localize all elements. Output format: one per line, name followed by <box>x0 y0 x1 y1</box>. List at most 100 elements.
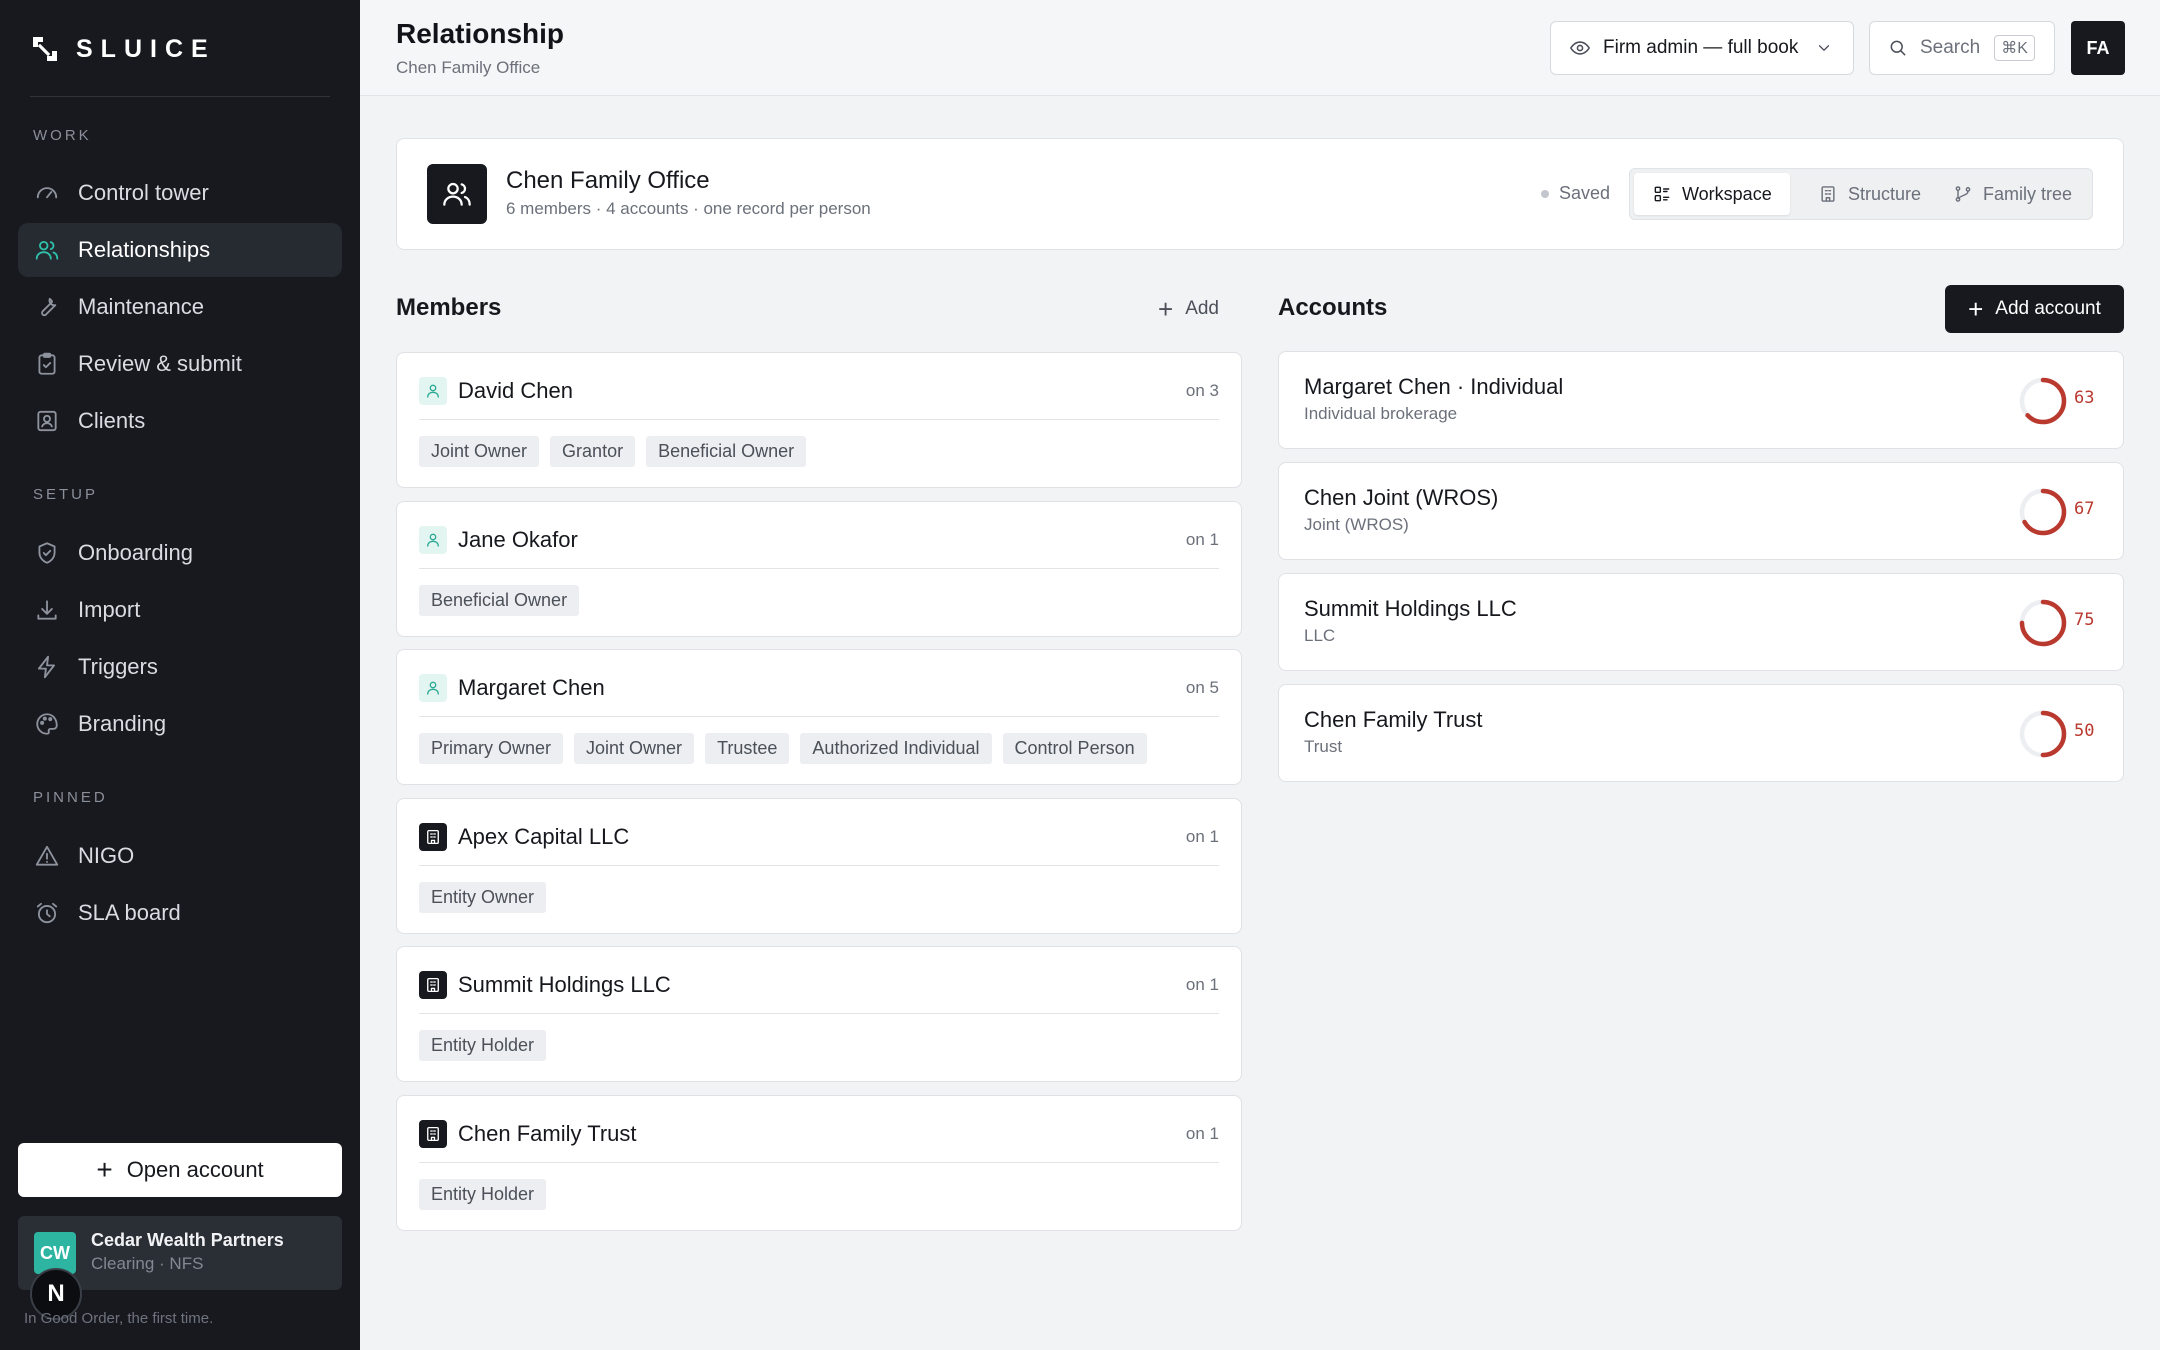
member-name: Chen Family Trust <box>458 1120 637 1146</box>
section-label-setup: SETUP <box>33 486 99 503</box>
download-icon <box>34 597 60 623</box>
role-tag: Entity Holder <box>419 1178 547 1210</box>
readiness-ring <box>2019 599 2067 647</box>
role-tag: Primary Owner <box>419 733 564 764</box>
readiness-score: 63 <box>2074 388 2095 408</box>
palette-icon <box>34 711 60 737</box>
add-member-button[interactable]: + Add <box>1158 296 1219 322</box>
household-card: Chen Family Office 6 members · 4 account… <box>396 138 2124 250</box>
sidebar-item-label: SLA board <box>78 900 181 925</box>
readiness-ring <box>2019 710 2067 758</box>
plus-icon: + <box>1968 294 1984 324</box>
sidebar-item-label: Import <box>78 597 141 622</box>
add-account-label: Add account <box>1995 298 2101 319</box>
sidebar-item-maintenance[interactable]: Maintenance <box>18 280 342 334</box>
sidebar-item-label: Relationships <box>78 237 211 262</box>
search-button[interactable]: Search ⌘K <box>1869 21 2055 75</box>
open-account-label: Open account <box>126 1157 264 1182</box>
sidebar-item-review-submit[interactable]: Review & submit <box>18 337 342 391</box>
accounts-title: Accounts <box>1278 294 1388 321</box>
user-avatar[interactable]: FA <box>2071 21 2125 75</box>
page-subtitle: Chen Family Office <box>396 58 541 77</box>
contact-icon <box>34 408 60 434</box>
member-name: Jane Okafor <box>458 526 578 552</box>
bolt-icon <box>34 654 60 680</box>
sidebar-item-triggers[interactable]: Triggers <box>18 640 342 694</box>
card-divider <box>419 716 1219 717</box>
member-card[interactable]: Margaret Chen on 5 Primary Owner Joint Owne… <box>396 649 1242 785</box>
member-name: Apex Capital LLC <box>458 823 630 849</box>
account-name: Chen Joint (WROS) <box>1304 485 1499 510</box>
tab-structure[interactable]: Structure <box>1800 173 1939 215</box>
sidebar-item-sla-board[interactable]: SLA board <box>18 886 342 940</box>
card-divider <box>419 1161 1219 1163</box>
section-label-work: WORK <box>33 127 92 144</box>
member-card[interactable]: Apex Capital LLC on 1 Entity Owner <box>396 797 1242 934</box>
account-card[interactable]: Margaret Chen · Individual Individual bro… <box>1278 351 2124 449</box>
card-divider <box>419 567 1219 569</box>
member-account-count: on 1 <box>1185 529 1219 549</box>
member-card[interactable]: Summit Holdings LLC on 1 Entity Holder <box>396 946 1242 1082</box>
add-account-button[interactable]: + Add account <box>1945 285 2124 333</box>
building-icon <box>419 1119 447 1148</box>
role-tags: Entity Holder <box>419 1030 547 1061</box>
member-account-count: on 3 <box>1185 381 1219 400</box>
sidebar-item-label: NIGO <box>78 843 135 868</box>
household-name: Chen Family Office <box>506 167 710 194</box>
sidebar-item-import[interactable]: Import <box>18 583 342 637</box>
role-tag: Grantor <box>550 436 636 467</box>
page-header: Relationship Chen Family Office Firm adm… <box>360 0 2160 96</box>
sidebar-item-label: Branding <box>78 711 167 736</box>
readiness-ring <box>2019 377 2067 425</box>
open-account-button[interactable]: + Open account <box>18 1143 342 1197</box>
tab-family-tree[interactable]: Family tree <box>1935 173 2090 215</box>
building-icon <box>1821 186 1835 202</box>
role-select[interactable]: Firm admin — full book <box>1550 21 1854 75</box>
account-type: Individual brokerage <box>1304 404 1458 423</box>
add-member-label: Add <box>1185 298 1219 319</box>
member-card[interactable]: Jane Okafor on 1 Beneficial Owner <box>396 500 1242 637</box>
member-account-count: on 5 <box>1185 678 1219 697</box>
member-card[interactable]: David Chen on 3 Joint Owner Grantor Benefici… <box>396 352 1242 488</box>
readiness-score: 50 <box>2074 721 2095 741</box>
account-card[interactable]: Chen Joint (WROS) Joint (WROS) 67 <box>1278 462 2124 560</box>
members-title: Members <box>396 294 502 321</box>
building-icon <box>419 822 447 851</box>
search-label: Search <box>1920 37 1981 58</box>
sidebar-item-label: Triggers <box>78 654 158 679</box>
plus-icon: + <box>1158 294 1174 324</box>
role-tags: Joint Owner Grantor Beneficial Owner <box>419 436 807 467</box>
account-name: Summit Holdings LLC <box>1304 596 1517 621</box>
tab-workspace[interactable]: Workspace <box>1634 173 1790 215</box>
person-icon <box>419 525 447 554</box>
sidebar-item-label: Control tower <box>78 180 209 205</box>
sidebar-item-clients[interactable]: Clients <box>18 394 342 448</box>
member-card[interactable]: Chen Family Trust on 1 Entity Holder <box>396 1094 1242 1231</box>
account-type: Trust <box>1304 737 1343 756</box>
role-tag: Entity Owner <box>419 881 547 913</box>
account-card[interactable]: Summit Holdings LLC LLC 75 <box>1278 573 2124 671</box>
account-card[interactable]: Chen Family Trust Trust 50 <box>1278 684 2124 782</box>
search-icon <box>1890 40 1906 56</box>
page-title: Relationship <box>396 18 565 49</box>
brand-name: SLUICE <box>76 34 216 63</box>
search-shortcut: ⌘K <box>1994 35 2035 61</box>
sidebar-item-relationships[interactable]: Relationships <box>18 223 342 277</box>
org-name: Cedar Wealth Partners <box>91 1230 284 1250</box>
card-divider <box>419 864 1219 866</box>
role-tag: Control Person <box>1002 733 1147 764</box>
member-account-count: on 1 <box>1185 975 1219 994</box>
plus-icon: + <box>96 1154 113 1185</box>
card-divider <box>419 1013 1219 1014</box>
sidebar-item-branding[interactable]: Branding <box>18 697 342 751</box>
sidebar-item-onboarding[interactable]: Onboarding <box>18 526 342 580</box>
sidebar-item-nigo[interactable]: NIGO <box>18 829 342 883</box>
status-dot <box>1541 189 1549 198</box>
sidebar-item-control-tower[interactable]: Control tower <box>18 166 342 220</box>
git-branch-icon <box>1955 186 1971 202</box>
tab-label: Structure <box>1848 183 1922 204</box>
member-account-count: on 1 <box>1185 1123 1219 1143</box>
view-switcher: Workspace Structure Family tree <box>1629 168 2093 220</box>
brand-logo[interactable]: SLUICE <box>30 32 216 66</box>
role-tag: Entity Holder <box>419 1030 547 1061</box>
